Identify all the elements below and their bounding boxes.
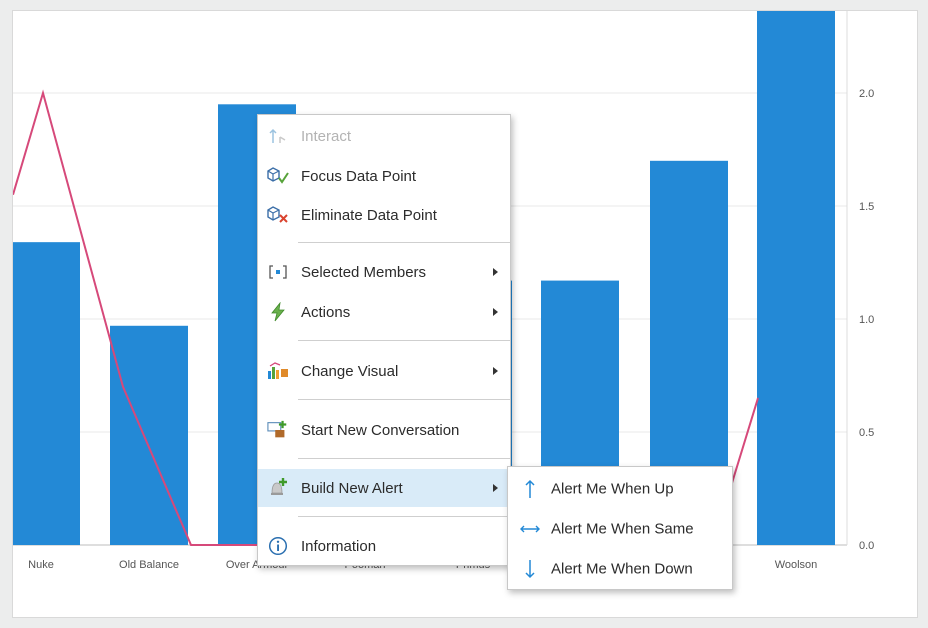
change-visual-icon (267, 360, 289, 382)
submenu-arrow-icon (493, 308, 498, 316)
menu-item-actions[interactable]: Actions (258, 293, 510, 331)
submenu-item-label: Alert Me When Down (551, 560, 693, 578)
context-menu: Interact Focus Data Point Eliminate Data… (257, 114, 511, 566)
menu-item-label: Change Visual (301, 362, 399, 380)
menu-separator (298, 458, 510, 459)
y-tick-label: 1.0 (859, 314, 874, 326)
line-point (122, 386, 124, 388)
x-tick-label: Old Balance (119, 559, 179, 571)
x-tick-label: Nuke (28, 559, 54, 571)
alert-submenu: Alert Me When Up Alert Me When Same Aler… (507, 466, 733, 590)
submenu-item-alert-up[interactable]: Alert Me When Up (508, 469, 732, 509)
focus-data-point-icon (267, 165, 289, 187)
menu-separator (298, 242, 510, 243)
menu-separator (298, 340, 510, 341)
menu-item-start-new-conversation[interactable]: Start New Conversation (258, 411, 510, 449)
submenu-arrow-icon (493, 268, 498, 276)
submenu-item-alert-same[interactable]: Alert Me When Same (508, 509, 732, 549)
interact-icon (267, 125, 289, 147)
menu-item-information[interactable]: Information (258, 527, 510, 565)
selected-members-icon (267, 261, 289, 283)
submenu-item-label: Alert Me When Same (551, 520, 694, 538)
submenu-item-alert-down[interactable]: Alert Me When Down (508, 549, 732, 589)
y-tick-label: 2.0 (859, 88, 874, 100)
arrow-down-icon (520, 558, 540, 580)
menu-item-label: Start New Conversation (301, 421, 460, 439)
menu-item-change-visual[interactable]: Change Visual (258, 352, 510, 390)
menu-item-focus-data-point[interactable]: Focus Data Point (258, 157, 510, 195)
menu-item-eliminate-data-point[interactable]: Eliminate Data Point (258, 196, 510, 234)
menu-item-label: Selected Members (301, 263, 427, 281)
lightning-icon (267, 301, 289, 323)
menu-item-label: Information (301, 537, 377, 555)
submenu-item-label: Alert Me When Up (551, 480, 674, 498)
y-tick-label: 0.0 (859, 540, 874, 552)
menu-item-build-new-alert[interactable]: Build New Alert (258, 469, 510, 507)
arrow-up-icon (520, 478, 540, 500)
menu-separator (298, 399, 510, 400)
menu-item-selected-members[interactable]: Selected Members (258, 253, 510, 291)
info-icon (267, 535, 289, 557)
arrow-left-right-icon (520, 518, 540, 540)
menu-item-label: Focus Data Point (301, 167, 417, 185)
line-point (42, 92, 44, 94)
submenu-arrow-icon (493, 367, 498, 375)
y-tick-label: 0.5 (859, 427, 874, 439)
menu-item-interact[interactable]: Interact (258, 117, 510, 155)
bell-icon (267, 477, 289, 499)
line-point (190, 544, 192, 546)
menu-item-label: Eliminate Data Point (301, 206, 437, 224)
line-point (757, 397, 759, 399)
menu-item-label: Interact (301, 127, 352, 145)
chart-y-axis: 0.0 0.5 1.0 1.5 2.0 (859, 88, 874, 552)
conversation-icon (267, 419, 289, 441)
eliminate-data-point-icon (267, 204, 289, 226)
chart-bar (757, 11, 835, 546)
menu-item-label: Actions (301, 303, 351, 321)
chart-bar (13, 242, 80, 545)
x-tick-label: Woolson (775, 559, 818, 571)
y-tick-label: 1.5 (859, 201, 874, 213)
menu-item-label: Build New Alert (301, 479, 403, 497)
menu-separator (298, 516, 510, 517)
submenu-arrow-icon (493, 484, 498, 492)
